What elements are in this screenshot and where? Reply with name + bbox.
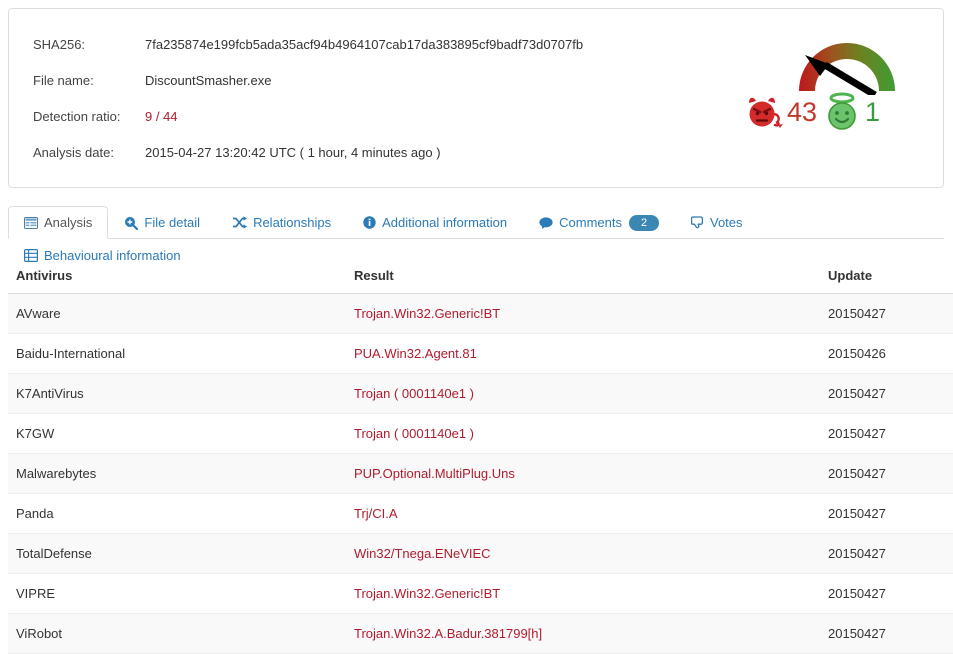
- antivirus-name: K7AntiVirus: [8, 373, 346, 414]
- tab-relationships-label: Relationships: [253, 215, 332, 230]
- antivirus-name: ViRobot: [8, 613, 346, 654]
- detection-result: Trojan ( 0001140e1 ): [346, 413, 820, 454]
- table-row: Panda Trj/CI.A 20150427: [8, 493, 953, 534]
- list-table-icon: [24, 216, 38, 229]
- sha256-value: 7fa235874e199fcb5ada35acf94b4964107cab17…: [145, 37, 584, 52]
- filename-value: DiscountSmasher.exe: [145, 73, 272, 88]
- metadata-row-filename: File name: DiscountSmasher.exe: [33, 63, 583, 99]
- shuffle-arrows-icon: [232, 216, 248, 229]
- sha256-label: SHA256:: [33, 37, 86, 52]
- detection-result: Trj/CI.A: [346, 493, 820, 534]
- signature-update-date: 20150427: [820, 493, 953, 534]
- metadata-row-analysis-date: Analysis date: 2015-04-27 13:20:42 UTC (…: [33, 135, 583, 171]
- detection-ratio-value: 9 / 44: [145, 109, 178, 124]
- info-circle-icon: [363, 216, 376, 229]
- tab-additional-information[interactable]: Additional information: [347, 206, 523, 239]
- table-row: AVware Trojan.Win32.Generic!BT 20150427: [8, 293, 953, 334]
- harmless-votes-group: 1: [823, 90, 886, 134]
- table-row: Baidu-International PUA.Win32.Agent.81 2…: [8, 333, 953, 374]
- scan-results-header: Antivirus Result Update: [8, 260, 953, 294]
- devil-face-icon: [749, 97, 783, 128]
- file-metadata-body: SHA256: 7fa235874e199fcb5ada35acf94b4964…: [33, 27, 583, 171]
- signature-update-date: 20150426: [820, 333, 953, 374]
- metadata-row-sha256: SHA256: 7fa235874e199fcb5ada35acf94b4964…: [33, 27, 583, 63]
- speech-bubble-icon: [539, 216, 553, 229]
- signature-update-date: 20150427: [820, 293, 953, 334]
- table-row: K7GW Trojan ( 0001140e1 ) 20150427: [8, 413, 953, 454]
- malicious-vote-count: 43: [787, 96, 818, 127]
- antivirus-name: VIPRE: [8, 573, 346, 614]
- detection-result: PUA.Win32.Agent.81: [346, 333, 820, 374]
- reputation-gauge-needle: [799, 43, 895, 95]
- tab-votes-label: Votes: [710, 215, 743, 230]
- tab-relationships[interactable]: Relationships: [216, 206, 347, 239]
- community-reputation-widget: 43 1: [745, 37, 925, 137]
- tab-comments[interactable]: Comments 2: [523, 206, 675, 239]
- tab-bar: Analysis File detail Relationships Addit…: [8, 206, 944, 262]
- table-row: Malwarebytes PUP.Optional.MultiPlug.Uns …: [8, 453, 953, 494]
- table-row: ViRobot Trojan.Win32.A.Badur.381799[h] 2…: [8, 613, 953, 654]
- tab-file-detail[interactable]: File detail: [108, 206, 216, 239]
- detection-result: Trojan ( 0001140e1 ): [346, 373, 820, 414]
- analysis-date-label: Analysis date:: [33, 145, 114, 160]
- magnifier-plus-icon: [124, 216, 139, 230]
- antivirus-name: Malwarebytes: [8, 453, 346, 494]
- detection-result: Trojan.Win32.Generic!BT: [346, 573, 820, 614]
- malicious-votes-group: 43: [745, 94, 823, 130]
- signature-update-date: 20150427: [820, 373, 953, 414]
- detection-result: PUP.Optional.MultiPlug.Uns: [346, 453, 820, 494]
- antivirus-name: Baidu-International: [8, 333, 346, 374]
- column-header-antivirus: Antivirus: [8, 260, 346, 294]
- tab-votes[interactable]: Votes: [675, 206, 759, 239]
- detection-result: Win32/Tnega.ENeVIEC: [346, 533, 820, 574]
- table-row: VIPRE Trojan.Win32.Generic!BT 20150427: [8, 573, 953, 614]
- column-header-result: Result: [346, 260, 820, 294]
- analysis-date-value: 2015-04-27 13:20:42 UTC ( 1 hour, 4 minu…: [145, 145, 441, 160]
- tab-analysis[interactable]: Analysis: [8, 206, 109, 239]
- reputation-counts: 43 1: [745, 89, 925, 135]
- comments-count-badge: 2: [629, 214, 659, 231]
- harmless-vote-count: 1: [865, 96, 881, 127]
- header-row: Antivirus Result Update: [8, 260, 953, 294]
- signature-update-date: 20150427: [820, 613, 953, 654]
- tab-analysis-label: Analysis: [44, 215, 93, 230]
- filename-label: File name:: [33, 73, 94, 88]
- detection-result: Trojan.Win32.Generic!BT: [346, 293, 820, 334]
- signature-update-date: 20150427: [820, 533, 953, 574]
- antivirus-name: K7GW: [8, 413, 346, 454]
- tab-additional-information-label: Additional information: [382, 215, 508, 230]
- thumbs-down-icon: [691, 216, 704, 229]
- signature-update-date: 20150427: [820, 413, 953, 454]
- file-summary-card: SHA256: 7fa235874e199fcb5ada35acf94b4964…: [8, 8, 944, 188]
- signature-update-date: 20150427: [820, 453, 953, 494]
- table-row: K7AntiVirus Trojan ( 0001140e1 ) 2015042…: [8, 373, 953, 414]
- signature-update-date: 20150427: [820, 573, 953, 614]
- detection-result: Trojan.Win32.A.Badur.381799[h]: [346, 613, 820, 654]
- column-header-update: Update: [820, 260, 953, 294]
- scan-results-table: Antivirus Result Update AVware Trojan.Wi…: [8, 260, 953, 654]
- detection-ratio-label: Detection ratio:: [33, 109, 121, 124]
- scan-results-body: AVware Trojan.Win32.Generic!BT 20150427 …: [8, 293, 953, 654]
- antivirus-name: AVware: [8, 293, 346, 334]
- angel-face-icon: [828, 92, 856, 130]
- table-row: TotalDefense Win32/Tnega.ENeVIEC 2015042…: [8, 533, 953, 574]
- metadata-row-detection-ratio: Detection ratio: 9 / 44: [33, 99, 583, 135]
- antivirus-name: Panda: [8, 493, 346, 534]
- antivirus-name: TotalDefense: [8, 533, 346, 574]
- tab-comments-label: Comments: [559, 215, 622, 230]
- tab-file-detail-label: File detail: [144, 215, 201, 230]
- file-metadata-table: SHA256: 7fa235874e199fcb5ada35acf94b4964…: [33, 27, 583, 171]
